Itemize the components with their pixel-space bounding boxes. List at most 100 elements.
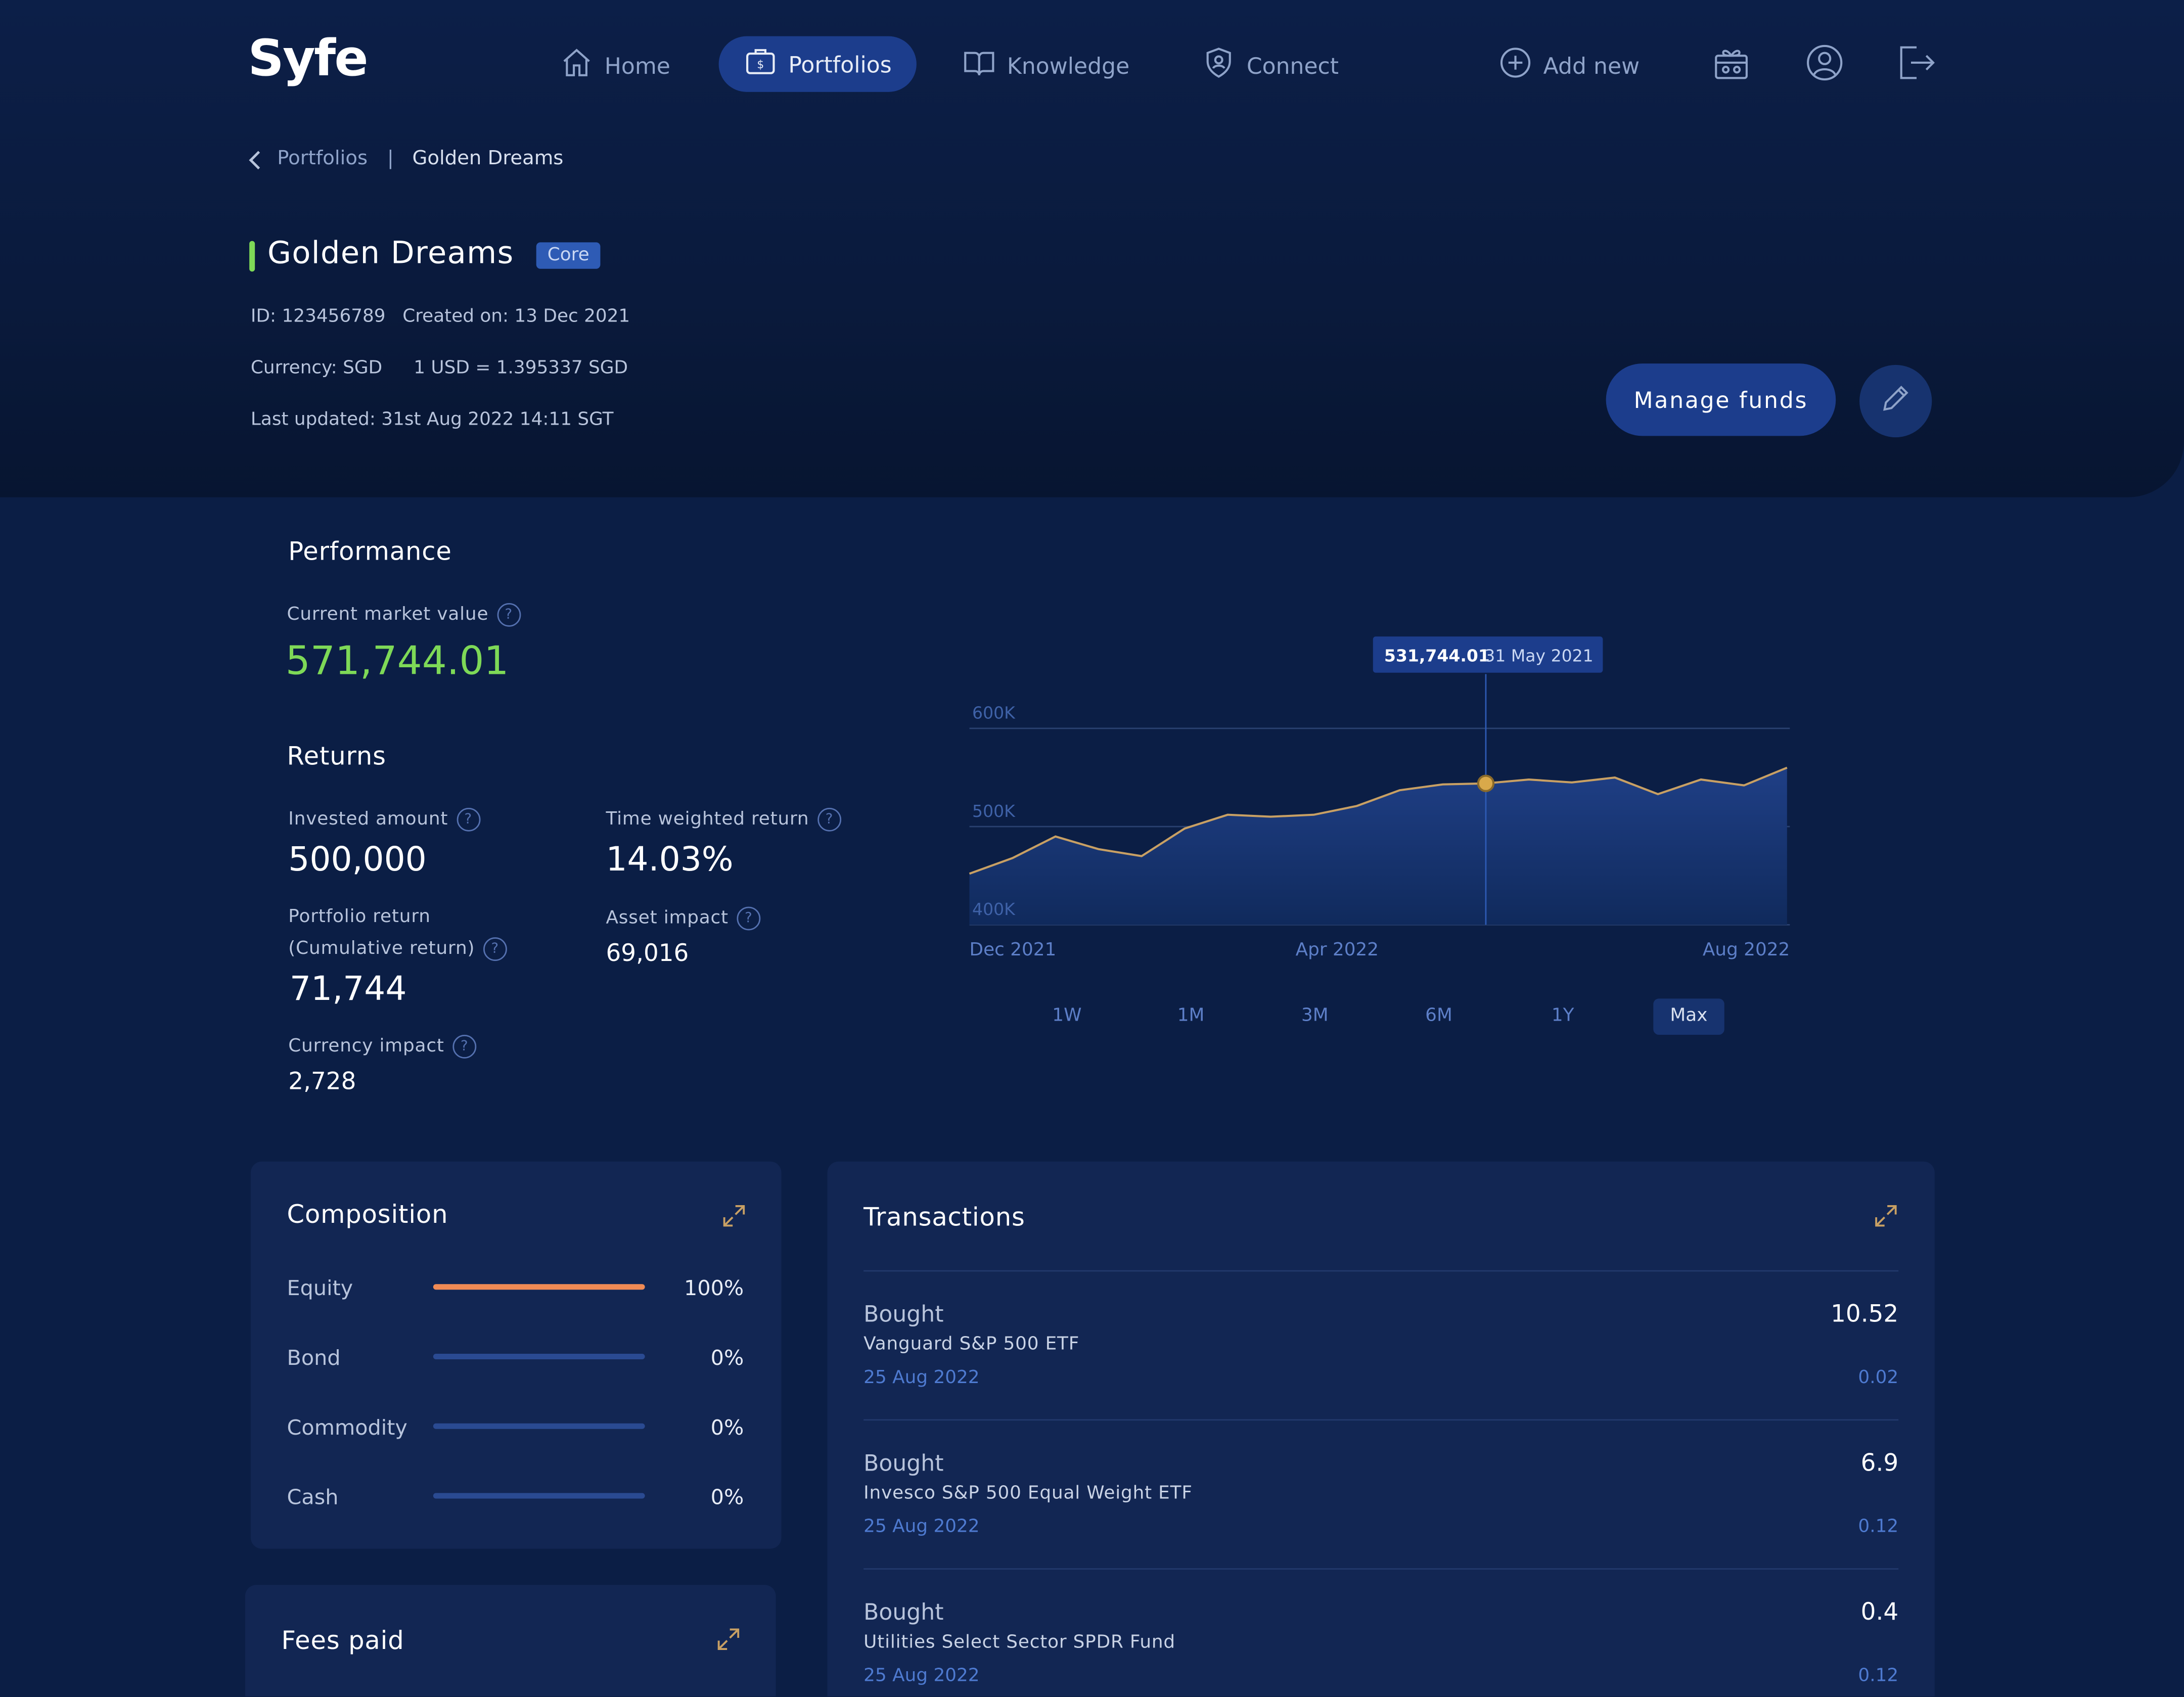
twr-label: Time weighted return? bbox=[606, 807, 841, 832]
composition-label-bond: Bond bbox=[287, 1345, 341, 1371]
chart-y-tick-label: 600K bbox=[972, 703, 1016, 723]
edit-button[interactable] bbox=[1859, 364, 1932, 438]
nav-connect[interactable]: Connect bbox=[1202, 46, 1339, 85]
returns-heading: Returns bbox=[287, 742, 386, 772]
fees-card: Fees paid bbox=[245, 1585, 776, 1696]
shield-user-icon bbox=[1202, 46, 1236, 85]
composition-pct-commodity: 0% bbox=[710, 1415, 744, 1440]
nav-portfolios[interactable]: $ Portfolios bbox=[718, 36, 917, 92]
nav-knowledge[interactable]: Knowledge bbox=[963, 46, 1129, 85]
transaction-date: 25 Aug 2022 bbox=[863, 1517, 980, 1538]
transaction-date: 25 Aug 2022 bbox=[863, 1666, 980, 1687]
range-3m-button[interactable]: 3M bbox=[1300, 998, 1331, 1035]
gift-icon[interactable] bbox=[1712, 43, 1751, 87]
logout-icon[interactable] bbox=[1897, 43, 1936, 87]
composition-card: Composition Equity 100% Bond 0% Commodit… bbox=[250, 1161, 782, 1549]
invested-amount-label: Invested amount? bbox=[288, 807, 480, 832]
composition-bar-commodity bbox=[433, 1423, 645, 1429]
transaction-date: 25 Aug 2022 bbox=[863, 1367, 980, 1389]
help-icon[interactable]: ? bbox=[452, 1035, 477, 1059]
invested-amount-value: 500,000 bbox=[288, 840, 427, 879]
tooltip-date: 31 May 2021 bbox=[1484, 646, 1593, 666]
transaction-fund-name[interactable]: Vanguard S&P 500 ETF bbox=[863, 1334, 1079, 1355]
composition-label-equity: Equity bbox=[287, 1275, 353, 1301]
syfe-logo[interactable]: Syfe bbox=[248, 31, 368, 88]
tooltip-value: 531,744.01 bbox=[1384, 646, 1490, 666]
add-new-button[interactable]: Add new bbox=[1498, 46, 1640, 85]
asset-impact-value: 69,016 bbox=[606, 940, 689, 968]
transaction-divider bbox=[863, 1419, 1899, 1421]
cumulative-return-label: (Cumulative return)? bbox=[288, 937, 507, 961]
page-title: Golden Dreams bbox=[267, 237, 514, 272]
composition-label-cash: Cash bbox=[287, 1484, 339, 1510]
transaction-action: Bought bbox=[863, 1301, 944, 1327]
expand-icon[interactable] bbox=[1874, 1203, 1899, 1234]
book-icon bbox=[963, 46, 996, 85]
fx-rate: 1 USD = 1.395337 SGD bbox=[414, 358, 628, 379]
expand-icon[interactable] bbox=[721, 1203, 747, 1234]
chart-y-tick-label: 400K bbox=[972, 899, 1016, 919]
chart-x-tick-label: Apr 2022 bbox=[1296, 939, 1379, 960]
plus-circle-icon bbox=[1498, 46, 1532, 85]
portfolio-created: Created on: 13 Dec 2021 bbox=[402, 306, 630, 328]
transactions-card: Transactions Bought Vanguard S&P 500 ETF… bbox=[827, 1161, 1935, 1696]
currency-impact-value: 2,728 bbox=[288, 1068, 356, 1096]
breadcrumb-current: Golden Dreams bbox=[412, 148, 564, 170]
composition-pct-cash: 0% bbox=[710, 1484, 744, 1510]
title-accent-bar bbox=[249, 241, 255, 272]
transaction-divider bbox=[863, 1568, 1899, 1570]
help-icon[interactable]: ? bbox=[817, 807, 841, 832]
range-selector: 1W 1M 3M 6M 1Y Max bbox=[1003, 998, 1783, 1035]
help-icon[interactable]: ? bbox=[483, 937, 507, 961]
range-1y-button[interactable]: 1Y bbox=[1548, 998, 1578, 1035]
briefcase-dollar-icon: $ bbox=[744, 44, 777, 83]
transaction-action: Bought bbox=[863, 1450, 944, 1477]
cmv-label: Current market value? bbox=[287, 603, 521, 627]
help-icon[interactable]: ? bbox=[737, 906, 761, 931]
transaction-price: 0.12 bbox=[1858, 1666, 1899, 1687]
composition-title: Composition bbox=[287, 1200, 448, 1230]
breadcrumb-portfolios[interactable]: Portfolios bbox=[277, 148, 368, 170]
transactions-title: Transactions bbox=[863, 1203, 1025, 1233]
nav-knowledge-label: Knowledge bbox=[1007, 52, 1130, 79]
range-1w-button[interactable]: 1W bbox=[1052, 998, 1082, 1035]
range-6m-button[interactable]: 6M bbox=[1424, 998, 1454, 1035]
pencil-icon bbox=[1879, 382, 1913, 421]
help-icon[interactable]: ? bbox=[496, 603, 521, 627]
manage-funds-button[interactable]: Manage funds bbox=[1606, 363, 1836, 436]
breadcrumb-separator: | bbox=[387, 148, 394, 170]
transaction-fund-name[interactable]: Invesco S&P 500 Equal Weight ETF bbox=[863, 1483, 1193, 1504]
core-badge: Core bbox=[536, 242, 601, 269]
range-max-button[interactable]: Max bbox=[1653, 998, 1724, 1035]
transaction-divider bbox=[863, 1270, 1899, 1272]
composition-bar-equity bbox=[433, 1284, 645, 1290]
transaction-fund-name[interactable]: Utilities Select Sector SPDR Fund bbox=[863, 1632, 1175, 1653]
transaction-quantity: 6.9 bbox=[1860, 1450, 1899, 1478]
transaction-quantity: 0.4 bbox=[1860, 1598, 1899, 1627]
nav-portfolios-label: Portfolios bbox=[788, 51, 892, 77]
help-icon[interactable]: ? bbox=[456, 807, 480, 832]
composition-pct-equity: 100% bbox=[684, 1275, 744, 1301]
svg-text:$: $ bbox=[757, 59, 764, 71]
composition-label-commodity: Commodity bbox=[287, 1415, 407, 1440]
transaction-quantity: 10.52 bbox=[1831, 1301, 1899, 1329]
add-new-label: Add new bbox=[1543, 52, 1640, 79]
nav-home-label: Home bbox=[604, 52, 670, 79]
profile-icon[interactable] bbox=[1805, 43, 1844, 87]
nav-home[interactable]: Home bbox=[560, 46, 670, 85]
home-icon bbox=[560, 46, 594, 85]
composition-bar-bond bbox=[433, 1353, 645, 1359]
back-chevron-icon[interactable] bbox=[248, 149, 262, 177]
chart-hover-marker[interactable] bbox=[1477, 774, 1495, 792]
currency-impact-label: Currency impact? bbox=[288, 1035, 477, 1059]
expand-icon[interactable] bbox=[716, 1627, 741, 1658]
transaction-action: Bought bbox=[863, 1598, 944, 1626]
chart-x-tick-label: Aug 2022 bbox=[1703, 939, 1790, 960]
portfolio-return-value: 71,744 bbox=[290, 969, 407, 1008]
portfolio-currency: Currency: SGD bbox=[250, 358, 383, 379]
performance-chart[interactable]: 600K 500K 400K Dec 2021 Apr 2022 Aug 2022 53… bbox=[947, 627, 1810, 975]
composition-bar-fill bbox=[433, 1284, 645, 1290]
portfolio-return-label: Portfolio return bbox=[288, 906, 431, 928]
range-1m-button[interactable]: 1M bbox=[1175, 998, 1206, 1035]
last-updated: Last updated: 31st Aug 2022 14:11 SGT bbox=[250, 409, 614, 431]
